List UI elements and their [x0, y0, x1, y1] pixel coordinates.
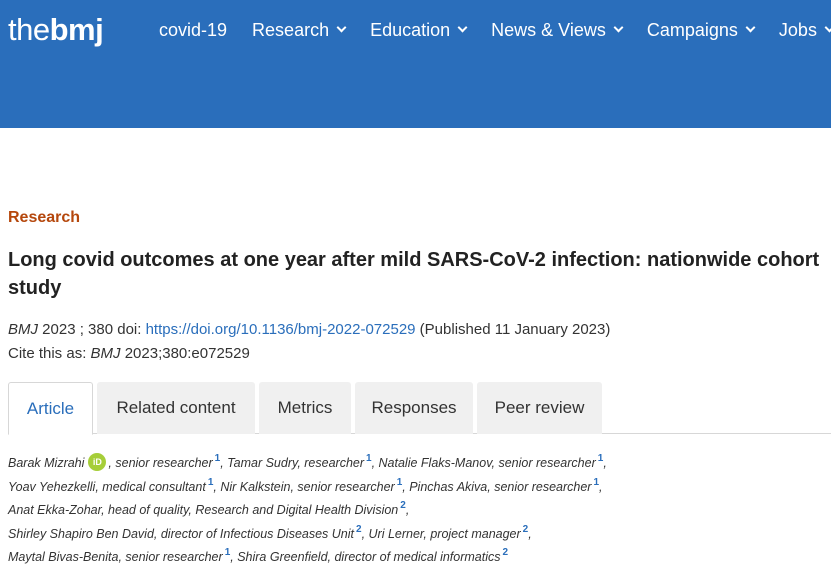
separator: ,	[599, 479, 603, 494]
article-tabs: Article Related content Metrics Response…	[8, 382, 831, 435]
affiliation-ref[interactable]: 1	[598, 453, 604, 464]
tab-article[interactable]: Article	[8, 382, 93, 435]
author-role: , senior researcher	[108, 456, 213, 470]
affiliation-ref[interactable]: 1	[208, 477, 214, 488]
author-entry[interactable]: Anat Ekka-Zohar, head of quality, Resear…	[8, 503, 398, 517]
author-name[interactable]: Barak Mizrahi	[8, 456, 84, 470]
author-line: Barak Mizrahi iD, senior researcher 1, Tam…	[8, 452, 831, 476]
nav-campaigns[interactable]: Campaigns	[646, 19, 756, 41]
affiliation-ref[interactable]: 2	[503, 547, 509, 558]
author-line: Maytal Bivas-Benita, senior researcher 1,…	[8, 546, 831, 570]
cite-as-line: Cite this as: BMJ 2023;380:e072529	[8, 344, 250, 364]
cite-journal: BMJ	[90, 345, 121, 362]
chevron-down-icon	[336, 22, 347, 33]
nav-label: Research	[252, 20, 330, 40]
affiliation-ref[interactable]: 1	[225, 547, 231, 558]
affiliation-ref[interactable]: 2	[356, 524, 362, 535]
chevron-down-icon	[613, 22, 624, 33]
nav-news-views[interactable]: News & Views	[491, 19, 624, 41]
separator: ,	[405, 503, 410, 517]
affiliation-ref[interactable]: 1	[215, 453, 221, 464]
doi-link[interactable]: https://doi.org/10.1136/bmj-2022-072529	[146, 321, 416, 338]
nav-education[interactable]: Education	[370, 19, 468, 41]
nav-jobs[interactable]: Jobs	[779, 19, 831, 41]
affiliation-ref[interactable]: 1	[366, 453, 372, 464]
chevron-down-icon	[745, 22, 756, 33]
main-nav: covid-19 Research Education News & Views…	[159, 19, 831, 41]
author-line: Anat Ekka-Zohar, head of quality, Resear…	[8, 499, 831, 523]
author-entry[interactable]: , Natalie Flaks-Manov, senior researcher	[372, 456, 596, 470]
cite-reference: 2023;380:e072529	[120, 345, 250, 362]
affiliation-ref[interactable]: 2	[523, 524, 529, 535]
author-entry[interactable]: , Pinchas Akiva, senior researcher	[402, 480, 591, 494]
citation-line: BMJ 2023 ; 380 doi: https://doi.org/10.1…	[8, 320, 610, 340]
orcid-icon[interactable]: iD	[88, 452, 107, 471]
tab-responses[interactable]: Responses	[355, 382, 473, 434]
tab-metrics[interactable]: Metrics	[259, 382, 351, 434]
affiliation-ref[interactable]: 1	[397, 477, 403, 488]
chevron-down-icon	[457, 22, 468, 33]
nav-covid-19[interactable]: covid-19	[159, 19, 227, 41]
nav-label: News & Views	[491, 20, 606, 40]
chevron-down-icon	[824, 22, 831, 33]
author-entry[interactable]: , Nir Kalkstein, senior researcher	[213, 480, 394, 494]
nav-label: Campaigns	[646, 20, 738, 40]
author-line: Yoav Yehezkelli, medical consultant 1, Ni…	[8, 476, 831, 500]
cite-prefix: Cite this as:	[8, 345, 91, 362]
author-entry[interactable]: , Tamar Sudry, researcher	[220, 456, 364, 470]
bmj-logo[interactable]: thebmj	[8, 10, 104, 50]
year-volume: 2023 ; 380 doi:	[38, 321, 146, 338]
affiliation-ref[interactable]: 1	[593, 477, 599, 488]
article-title: Long covid outcomes at one year after mi…	[8, 249, 820, 299]
affiliation-ref[interactable]: 2	[400, 500, 406, 511]
separator: ,	[603, 456, 607, 470]
separator: ,	[528, 526, 532, 541]
author-entry[interactable]: , Uri Lerner, project manager	[362, 527, 521, 541]
author-entry[interactable]: Maytal Bivas-Benita, senior researcher	[8, 550, 223, 564]
author-list: Barak Mizrahi iD, senior researcher 1, Tam…	[8, 452, 831, 570]
nav-research[interactable]: Research	[252, 19, 347, 41]
author-line: Shirley Shapiro Ben David, director of I…	[8, 523, 831, 547]
logo-text-bold: bmj	[49, 12, 104, 47]
nav-label: Jobs	[778, 20, 817, 40]
author-entry[interactable]: , Shira Greenfield, director of medical …	[230, 550, 500, 564]
tab-peer-review[interactable]: Peer review	[477, 382, 602, 434]
tab-related-content[interactable]: Related content	[97, 382, 255, 434]
nav-label: covid-19	[159, 20, 228, 40]
logo-text-light: the	[8, 12, 50, 47]
site-header: thebmj covid-19 Research Education News …	[0, 0, 831, 128]
author-entry[interactable]: Yoav Yehezkelli, medical consultant	[8, 480, 206, 494]
author-entry[interactable]: Shirley Shapiro Ben David, director of I…	[8, 527, 354, 541]
nav-label: Education	[370, 20, 451, 40]
section-label[interactable]: Research	[8, 208, 80, 228]
published-date: (Published 11 January 2023)	[415, 321, 611, 338]
journal-name: BMJ	[8, 321, 38, 338]
